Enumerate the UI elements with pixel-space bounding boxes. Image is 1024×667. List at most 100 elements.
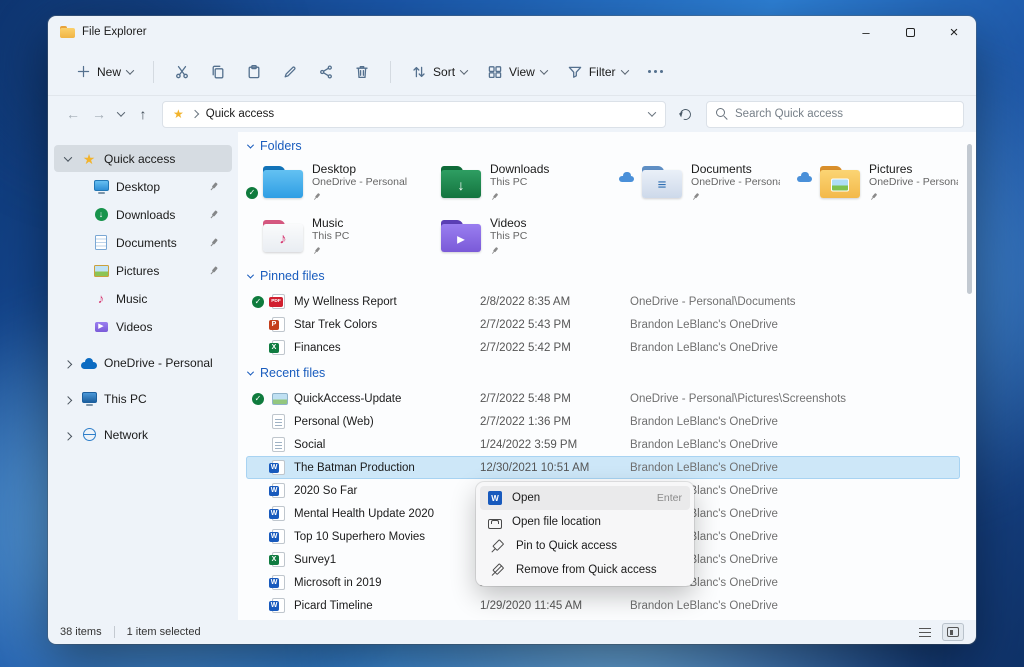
large-icons-view-toggle[interactable]: [942, 623, 964, 641]
sidebar-item-icon: [92, 207, 110, 223]
new-button[interactable]: New: [66, 58, 142, 86]
sidebar-item[interactable]: OneDrive - Personal: [54, 349, 232, 376]
minimize-button[interactable]: –: [844, 16, 888, 48]
expander-chevron-icon[interactable]: [62, 357, 74, 369]
sidebar-item-icon: [80, 391, 98, 407]
breadcrumb[interactable]: ★ Quick access: [162, 100, 666, 128]
file-row[interactable]: The Batman Production 12/30/2021 10:51 A…: [246, 456, 960, 479]
sidebar-item[interactable]: This PC: [54, 385, 232, 412]
window-tab[interactable]: File Explorer: [60, 26, 147, 38]
sort-button[interactable]: Sort: [402, 58, 476, 86]
file-date: 2/7/2022 5:43 PM: [480, 318, 571, 331]
more-options-button[interactable]: [639, 58, 673, 86]
close-button[interactable]: ×: [932, 16, 976, 48]
file-date: 2/7/2022 5:42 PM: [480, 341, 571, 354]
status-bar: 38 items 1 item selected: [48, 620, 976, 644]
recent-locations-button[interactable]: [112, 101, 130, 127]
forward-button[interactable]: →: [86, 101, 112, 127]
sidebar-item[interactable]: Quick access: [54, 145, 232, 172]
copy-button[interactable]: [201, 58, 235, 86]
folder-tile[interactable]: Music This PC: [246, 214, 424, 258]
folder-location: OneDrive - Personal: [312, 176, 408, 189]
sidebar-item-label: Pictures: [116, 263, 160, 278]
sidebar-item[interactable]: Videos: [54, 313, 232, 340]
search-box[interactable]: [706, 100, 964, 128]
chevron-down-icon: [246, 368, 255, 376]
pinned-files-section-header[interactable]: Pinned files: [246, 268, 960, 284]
context-menu-item[interactable]: Pin to Quick access: [480, 534, 690, 558]
file-date: 2/7/2022 5:48 PM: [480, 392, 571, 405]
file-type-icon: [269, 529, 285, 544]
file-location: Brandon LeBlanc's OneDrive: [630, 415, 778, 428]
folder-tile[interactable]: Videos This PC: [424, 214, 602, 258]
delete-button[interactable]: [345, 58, 379, 86]
folder-tile[interactable]: Downloads This PC: [424, 160, 602, 204]
file-type-icon: [269, 460, 285, 475]
sync-status-icon: [619, 171, 635, 182]
search-input[interactable]: [735, 108, 954, 120]
expander-chevron-icon[interactable]: [74, 181, 86, 193]
folder-glyph: [658, 177, 667, 192]
expander-chevron-icon[interactable]: [62, 429, 74, 441]
view-button[interactable]: View: [478, 58, 556, 86]
file-row[interactable]: QuickAccess-Update 2/7/2022 5:48 PM OneD…: [246, 387, 960, 410]
file-location: Brandon LeBlanc's OneDrive: [630, 318, 778, 331]
file-name: 2020 So Far: [294, 484, 358, 497]
context-menu-item[interactable]: Open file location: [480, 510, 690, 534]
expander-chevron-icon[interactable]: [74, 237, 86, 249]
file-name: Mental Health Update 2020: [294, 507, 435, 520]
file-row[interactable]: Social 1/24/2022 3:59 PM Brandon LeBlanc…: [246, 433, 960, 456]
scrollbar-thumb[interactable]: [967, 144, 972, 294]
sidebar-item[interactable]: Downloads: [54, 201, 232, 228]
vertical-scrollbar[interactable]: [964, 136, 974, 616]
folder-icon: [441, 166, 481, 198]
sidebar-item[interactable]: Desktop: [54, 173, 232, 200]
menu-item-label: Remove from Quick access: [516, 564, 657, 576]
plus-icon: [75, 64, 91, 80]
rename-button[interactable]: [273, 58, 307, 86]
sort-icon: [411, 64, 427, 80]
item-count: 38 items: [60, 626, 102, 638]
cut-button[interactable]: [165, 58, 199, 86]
expander-chevron-icon[interactable]: [74, 293, 86, 305]
recent-files-section-header[interactable]: Recent files: [246, 365, 960, 381]
expander-chevron-icon[interactable]: [74, 321, 86, 333]
context-menu-item[interactable]: Open Enter: [480, 486, 690, 510]
folder-tile[interactable]: Pictures OneDrive - Personal: [780, 160, 958, 204]
expander-chevron-icon[interactable]: [62, 153, 74, 165]
folder-tile[interactable]: Documents OneDrive - Personal: [602, 160, 780, 204]
refresh-button[interactable]: [672, 101, 698, 127]
share-button[interactable]: [309, 58, 343, 86]
expander-chevron-icon[interactable]: [74, 265, 86, 277]
pinned-files-list: My Wellness Report 2/8/2022 8:35 AM OneD…: [246, 290, 960, 359]
up-button[interactable]: ↑: [130, 101, 156, 127]
chevron-down-icon[interactable]: [647, 108, 657, 117]
file-row[interactable]: Finances 2/7/2022 5:42 PM Brandon LeBlan…: [246, 336, 960, 359]
file-row[interactable]: My Wellness Report 2/8/2022 8:35 AM OneD…: [246, 290, 960, 313]
expander-chevron-icon[interactable]: [74, 209, 86, 221]
maximize-button[interactable]: [888, 16, 932, 48]
folders-section-header[interactable]: Folders: [246, 138, 960, 154]
sidebar-item[interactable]: Network: [54, 421, 232, 448]
back-button[interactable]: ←: [60, 101, 86, 127]
chevron-down-icon: [246, 141, 255, 149]
file-row[interactable]: Personal (Web) 2/7/2022 1:36 PM Brandon …: [246, 410, 960, 433]
folder-location: This PC: [490, 176, 528, 189]
file-row[interactable]: Star Trek Colors 2/7/2022 5:43 PM Brando…: [246, 313, 960, 336]
sidebar-item[interactable]: Documents: [54, 229, 232, 256]
expander-chevron-icon[interactable]: [62, 393, 74, 405]
quick-access-star-icon: ★: [173, 107, 184, 121]
filter-button[interactable]: Filter: [558, 58, 637, 86]
cut-icon: [174, 64, 190, 80]
file-type-icon: [272, 393, 288, 405]
breadcrumb-location[interactable]: Quick access: [206, 108, 274, 120]
folder-app-icon: [60, 26, 75, 38]
sidebar-item[interactable]: Pictures: [54, 257, 232, 284]
folder-tile[interactable]: Desktop OneDrive - Personal: [246, 160, 424, 204]
file-row[interactable]: Picard Timeline 1/29/2020 11:45 AM Brand…: [246, 594, 960, 617]
paste-button[interactable]: [237, 58, 271, 86]
file-date: 1/29/2020 11:45 AM: [480, 599, 583, 612]
sidebar-item[interactable]: Music: [54, 285, 232, 312]
details-view-toggle[interactable]: [914, 623, 936, 641]
context-menu-item[interactable]: Remove from Quick access: [480, 558, 690, 582]
